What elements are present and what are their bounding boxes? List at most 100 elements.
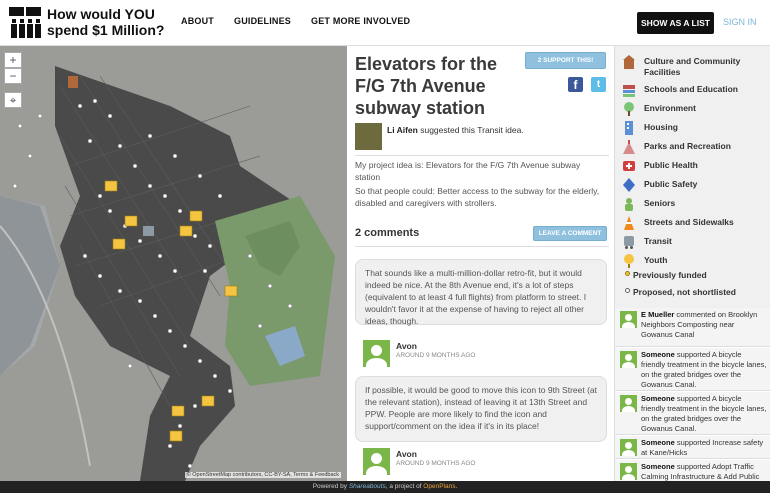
divider [355, 246, 609, 247]
category-environment[interactable]: Environment [615, 102, 770, 120]
author-name[interactable]: Li Aifen [387, 125, 418, 135]
twitter-icon[interactable]: t [591, 77, 606, 92]
activity-actor: Someone [641, 462, 675, 471]
parks-icon [623, 140, 635, 154]
school-icon [623, 85, 635, 97]
map[interactable]: + − ⌖ © OpenStreetMap contributors, CC-B… [0, 46, 347, 481]
facebook-icon[interactable]: f [568, 77, 583, 92]
activity-text: Someone supported A bicycle friendly tre… [641, 350, 767, 390]
activity-text: Someone supported A bicycle friendly tre… [641, 394, 767, 434]
activity-actor: E Mueller [641, 310, 675, 319]
activity-actor: Someone [641, 438, 675, 447]
avatar [620, 311, 637, 328]
nav-about[interactable]: ABOUT [181, 16, 214, 26]
category-label: Youth [644, 255, 668, 265]
avatar [620, 439, 637, 456]
commenter-name[interactable]: Avon [396, 449, 417, 459]
author-suffix: suggested this Transit idea. [417, 125, 524, 135]
divider [355, 155, 609, 156]
show-as-list-button[interactable]: SHOW AS A LIST [637, 12, 714, 34]
idea-detail-panel: ✕ Elevators for the F/G 7th Avenue subwa… [347, 46, 614, 481]
footer-middle: , a project of [385, 483, 424, 490]
activity-item[interactable]: Someone supported Adopt Traffic Calming … [615, 460, 770, 481]
avatar [620, 351, 637, 368]
culture-icon [623, 55, 635, 69]
openplans-link[interactable]: OpenPlans [423, 483, 455, 490]
category-seniors[interactable]: Seniors [615, 197, 770, 215]
avatar [620, 463, 637, 480]
nav-get-involved[interactable]: GET MORE INVOLVED [311, 16, 410, 26]
seniors-icon [625, 198, 633, 211]
category-label: Seniors [644, 198, 676, 208]
category-housing[interactable]: Housing [615, 121, 770, 139]
category-label: Public Safety [644, 179, 698, 189]
comment-bubble: That sounds like a multi-million-dollar … [355, 259, 607, 326]
category-label: Environment [644, 103, 696, 113]
footer-prefix: Powered by [312, 483, 349, 490]
activity-item[interactable]: E Mueller commented on Brooklyn Neighbor… [615, 308, 770, 347]
shareabouts-link[interactable]: Shareabouts [349, 483, 386, 490]
previously-funded-dot-icon [625, 271, 630, 276]
activity-text: E Mueller commented on Brooklyn Neighbor… [641, 310, 767, 340]
map-attribution[interactable]: © OpenStreetMap contributors, CC-BY-SA, … [184, 472, 341, 478]
transit-icon [624, 236, 634, 249]
category-streets[interactable]: Streets and Sidewalks [615, 216, 770, 234]
site-footer: Powered by Shareabouts, a project of Ope… [0, 481, 770, 493]
pb-nyc-logo[interactable] [8, 6, 42, 40]
avatar [620, 395, 637, 412]
proposed-dot-icon [625, 288, 630, 293]
activity-actor: Someone [641, 394, 675, 403]
category-label: Transit [644, 236, 672, 246]
category-label: Streets and Sidewalks [644, 217, 734, 227]
idea-description-2: So that people could: Better access to t… [355, 186, 600, 208]
category-parks[interactable]: Parks and Recreation [615, 140, 770, 158]
category-label: Housing [644, 122, 678, 132]
footer-suffix: . [455, 483, 458, 490]
support-button[interactable]: 2 SUPPORT THIS! [525, 52, 606, 69]
category-schools[interactable]: Schools and Education [615, 83, 770, 101]
category-label: Schools and Education [644, 84, 738, 94]
site-header: How would YOU spend $1 Million? ABOUT GU… [0, 0, 770, 46]
activity-item[interactable]: Someone supported A bicycle friendly tre… [615, 348, 770, 391]
idea-description-1: My project idea is: Elevators for the F/… [355, 160, 581, 182]
legend-previously-funded: Previously funded [633, 270, 707, 280]
comment-bubble: If possible, it would be good to move th… [355, 376, 607, 442]
activity-item[interactable]: Someone supported A bicycle friendly tre… [615, 392, 770, 435]
nav-guidelines[interactable]: GUIDELINES [234, 16, 291, 26]
youth-icon [624, 254, 634, 268]
streets-icon [624, 216, 634, 230]
zoom-out-button[interactable]: − [4, 68, 22, 84]
comment-time: AROUND 9 MONTHS AGO [396, 352, 476, 359]
category-label: Parks and Recreation [644, 141, 731, 151]
sign-in-link[interactable]: SIGN IN [723, 17, 757, 27]
support-button-label: 2 SUPPORT THIS! [537, 57, 594, 64]
legend-proposed: Proposed, not shortlisted [633, 287, 736, 297]
map-tiles [0, 46, 347, 481]
safety-icon [623, 178, 635, 192]
category-transit[interactable]: Transit [615, 235, 770, 253]
author-line: Li Aifen suggested this Transit idea. [387, 125, 524, 135]
leave-comment-button[interactable]: LEAVE A COMMENT [533, 226, 607, 241]
activity-text: Someone supported Adopt Traffic Calming … [641, 462, 767, 481]
housing-icon [625, 121, 633, 135]
category-label: Culture and Community Facilities [644, 56, 741, 77]
category-health[interactable]: Public Health [615, 159, 770, 177]
idea-title: Elevators for the F/G 7th Avenue subway … [355, 54, 498, 118]
category-culture[interactable]: Culture and Community Facilities [615, 55, 770, 77]
category-label: Public Health [644, 160, 698, 170]
comments-count: 2 comments [355, 227, 420, 239]
commenter-name[interactable]: Avon [396, 341, 417, 351]
health-icon [623, 161, 635, 171]
activity-item[interactable]: Someone supported Increase safety at Kan… [615, 436, 770, 459]
avatar [363, 340, 390, 367]
avatar [363, 448, 390, 475]
activity-text: Someone supported Increase safety at Kan… [641, 438, 767, 458]
environment-icon [624, 102, 634, 116]
site-title[interactable]: How would YOU spend $1 Million? [47, 6, 167, 38]
main-nav: ABOUT GUIDELINES GET MORE INVOLVED [181, 16, 410, 26]
comment-time: AROUND 9 MONTHS AGO [396, 460, 476, 467]
category-safety[interactable]: Public Safety [615, 178, 770, 196]
zoom-in-button[interactable]: + [4, 52, 22, 68]
locate-button[interactable]: ⌖ [4, 92, 22, 108]
activity-actor: Someone [641, 350, 675, 359]
